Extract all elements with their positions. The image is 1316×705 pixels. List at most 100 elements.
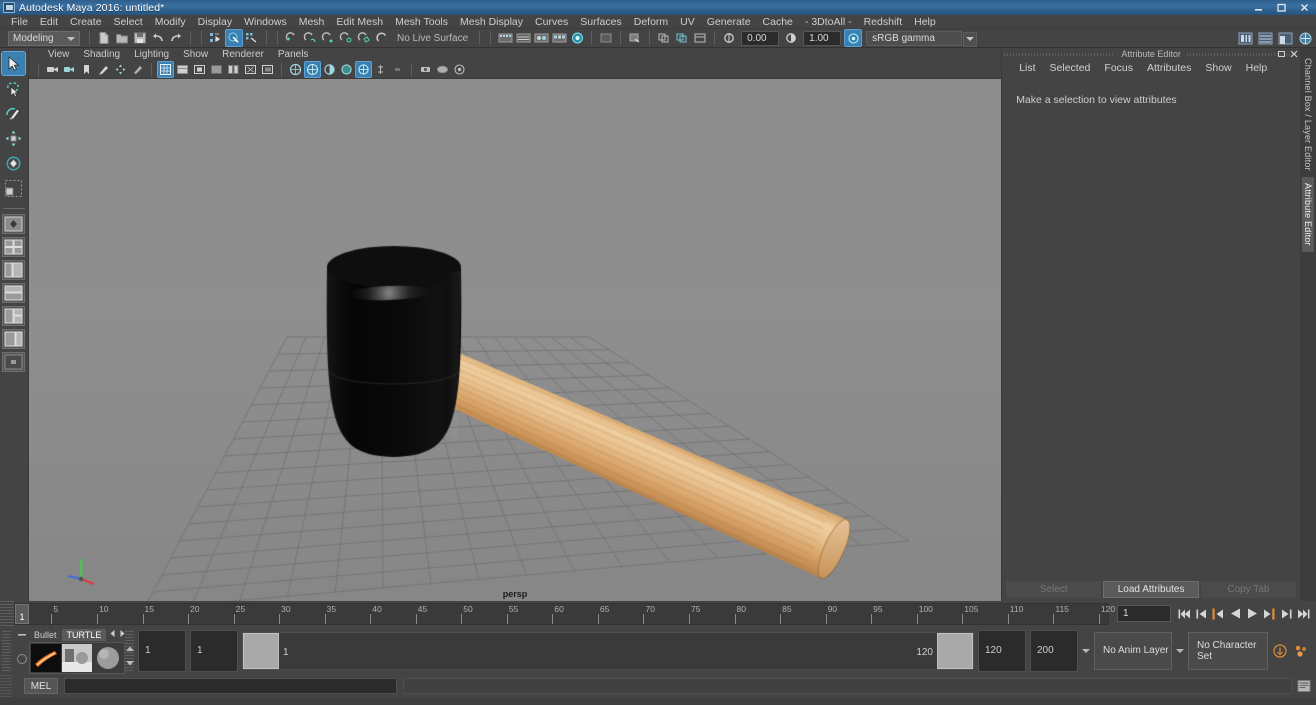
channel-box-toggle-icon[interactable]: [1257, 30, 1273, 46]
time-slider-drag-handle[interactable]: [0, 601, 14, 626]
step-forward-frame-icon[interactable]: [1279, 606, 1293, 622]
undock-icon[interactable]: [1278, 49, 1286, 61]
menu-mesh-display[interactable]: Mesh Display: [454, 15, 529, 29]
character-set-dropdown-icon[interactable]: [1174, 632, 1186, 670]
snap-to-grid-icon[interactable]: [284, 30, 300, 46]
step-back-key-icon[interactable]: [1211, 606, 1225, 622]
range-end-knob[interactable]: [937, 632, 973, 669]
anim-layer-dropdown-icon[interactable]: [1080, 632, 1092, 670]
image-plane-icon[interactable]: [96, 62, 111, 77]
select-camera-icon[interactable]: [45, 62, 60, 77]
select-by-hierarchy-icon[interactable]: [208, 30, 224, 46]
shelf-next-icon[interactable]: [118, 629, 127, 641]
select-button[interactable]: Select: [1006, 581, 1102, 598]
close-icon[interactable]: [1290, 49, 1298, 61]
range-slider-drag-handle[interactable]: [2, 630, 11, 671]
move-tool[interactable]: [2, 127, 25, 150]
exposure-field[interactable]: 0.00: [741, 30, 780, 46]
menu-3dtoall[interactable]: - 3DtoAll -: [799, 15, 858, 29]
shadows-icon[interactable]: [260, 62, 275, 77]
menu-windows[interactable]: Windows: [238, 15, 293, 29]
render-sequence-icon[interactable]: [551, 30, 567, 46]
select-by-object-icon[interactable]: [225, 29, 243, 47]
shelf-scroll-down-icon[interactable]: [125, 658, 135, 670]
copy-tab-button[interactable]: Copy Tab: [1200, 581, 1297, 598]
xray-icon[interactable]: [373, 62, 388, 77]
menu-deform[interactable]: Deform: [628, 15, 674, 29]
motion-blur-icon[interactable]: [322, 62, 337, 77]
high-quality-render-icon[interactable]: [288, 62, 303, 77]
screen-space-ao-icon[interactable]: [303, 61, 321, 78]
view-gate-icon[interactable]: [435, 62, 450, 77]
show-hide-editors-icon[interactable]: [656, 30, 672, 46]
render-view-icon[interactable]: [497, 30, 513, 46]
script-editor-icon[interactable]: [1296, 678, 1312, 694]
character-set-selector[interactable]: No Character Set: [1188, 631, 1268, 670]
minimize-icon[interactable]: [1247, 0, 1270, 15]
depth-peel-icon[interactable]: [354, 61, 372, 78]
menu-mesh[interactable]: Mesh: [293, 15, 331, 29]
snap-to-point-icon[interactable]: [320, 30, 336, 46]
attribute-editor-toggle-icon[interactable]: [1237, 30, 1253, 46]
redo-icon[interactable]: [168, 30, 184, 46]
xray-joints-icon[interactable]: [390, 62, 405, 77]
time-slider-track[interactable]: 1 5 10 15 20 25 30 35 40 45 50 55 60 65 70 75 80 85 90 95 1…: [14, 602, 1115, 625]
gamma-icon[interactable]: [783, 30, 799, 46]
menu-redshift[interactable]: Redshift: [858, 15, 909, 29]
camera-attributes-icon[interactable]: [62, 62, 77, 77]
open-scene-icon[interactable]: [114, 30, 130, 46]
wireframe-on-shaded-icon[interactable]: [209, 62, 224, 77]
tool-settings-toggle-icon[interactable]: [1277, 30, 1293, 46]
menuset-selector[interactable]: Modeling: [8, 30, 80, 46]
tab-channel-box-layer-editor[interactable]: Channel Box / Layer Editor: [1302, 52, 1314, 177]
ipr-render-icon[interactable]: [569, 30, 585, 46]
toggle-ui-elements-icon[interactable]: [692, 30, 708, 46]
save-scene-icon[interactable]: [132, 30, 148, 46]
panel-menu-show[interactable]: Show: [176, 48, 215, 61]
ae-menu-help[interactable]: Help: [1239, 62, 1275, 74]
snap-to-projected-center-icon[interactable]: [338, 30, 354, 46]
help-toggle-icon[interactable]: [1297, 30, 1313, 46]
undo-icon[interactable]: [150, 30, 166, 46]
textured-icon[interactable]: [226, 62, 241, 77]
step-forward-key-icon[interactable]: [1262, 606, 1276, 622]
anim-start-field[interactable]: 1: [138, 629, 186, 672]
go-to-start-icon[interactable]: [1177, 606, 1191, 622]
current-time-indicator[interactable]: 1: [15, 603, 29, 624]
persp-outliner-layout[interactable]: [2, 260, 26, 280]
load-attributes-button[interactable]: Load Attributes: [1103, 581, 1199, 598]
paint-select-tool[interactable]: [2, 102, 25, 125]
bookmark-icon[interactable]: [79, 62, 94, 77]
playback-range-bar[interactable]: 1 120: [242, 631, 974, 670]
multisample-icon[interactable]: [339, 62, 354, 77]
menu-display[interactable]: Display: [192, 15, 238, 29]
menu-select[interactable]: Select: [108, 15, 149, 29]
panel-menu-panels[interactable]: Panels: [271, 48, 316, 61]
menu-file[interactable]: File: [5, 15, 34, 29]
shelf-scroll-up-icon[interactable]: [125, 644, 135, 656]
ae-menu-focus[interactable]: Focus: [1097, 62, 1140, 74]
ae-menu-show[interactable]: Show: [1198, 62, 1238, 74]
menu-edit-mesh[interactable]: Edit Mesh: [330, 15, 389, 29]
restore-icon[interactable]: [1270, 0, 1293, 15]
shelf-prev-icon[interactable]: [108, 629, 117, 641]
make-live-icon[interactable]: [374, 30, 390, 46]
show-hide-editors-2-icon[interactable]: [674, 30, 690, 46]
color-management-selector[interactable]: sRGB gamma: [866, 30, 978, 47]
menu-modify[interactable]: Modify: [149, 15, 192, 29]
perspective-viewport[interactable]: persp: [28, 78, 1002, 601]
anim-end-field[interactable]: 1: [190, 629, 238, 672]
persp-hypershade-layout[interactable]: [2, 306, 26, 326]
panel-menu-view[interactable]: View: [41, 48, 77, 61]
panel-menu-shading[interactable]: Shading: [76, 48, 127, 61]
rotate-tool[interactable]: [2, 152, 25, 175]
viewport-3d-scene[interactable]: [28, 79, 1002, 601]
range-start-field[interactable]: 120: [978, 629, 1026, 672]
shelf-tab-bullet[interactable]: Bullet: [29, 629, 62, 641]
shelf-options-icon[interactable]: [17, 653, 27, 664]
turtle-render-icon[interactable]: [62, 643, 92, 672]
persp-uv-layout[interactable]: [2, 329, 26, 349]
shelf-tab-turtle[interactable]: TURTLE: [61, 628, 107, 641]
chevron-down-icon[interactable]: [963, 31, 978, 47]
two-d-pan-zoom-icon[interactable]: [113, 62, 128, 77]
